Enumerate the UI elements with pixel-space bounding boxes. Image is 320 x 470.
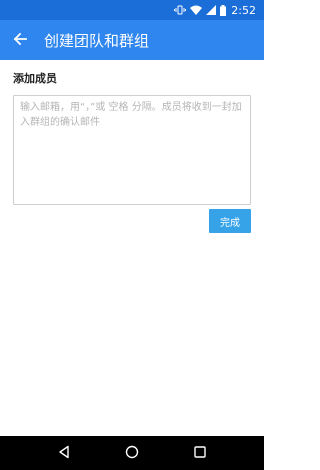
page-title: 创建团队和群组: [44, 31, 150, 50]
navigation-bar: [0, 436, 264, 470]
vibrate-icon: [174, 5, 187, 15]
wifi-icon: [190, 5, 203, 15]
member-emails-input[interactable]: [13, 95, 251, 205]
back-triangle-icon: [57, 444, 71, 463]
add-members-label: 添加成员: [13, 72, 57, 85]
done-button[interactable]: 完成: [209, 209, 251, 233]
back-button[interactable]: [0, 20, 40, 60]
nav-home-button[interactable]: [115, 436, 149, 470]
nav-back-button[interactable]: [47, 436, 81, 470]
status-bar: 2:52: [0, 0, 264, 20]
app-bar: 创建团队和群组: [0, 20, 264, 60]
status-time: 2:52: [231, 3, 256, 17]
recents-square-icon: [193, 444, 207, 463]
signal-icon: [206, 5, 217, 15]
nav-recents-button[interactable]: [183, 436, 217, 470]
home-circle-icon: [125, 444, 139, 463]
arrow-back-icon: [13, 31, 27, 50]
battery-icon: [220, 4, 227, 16]
